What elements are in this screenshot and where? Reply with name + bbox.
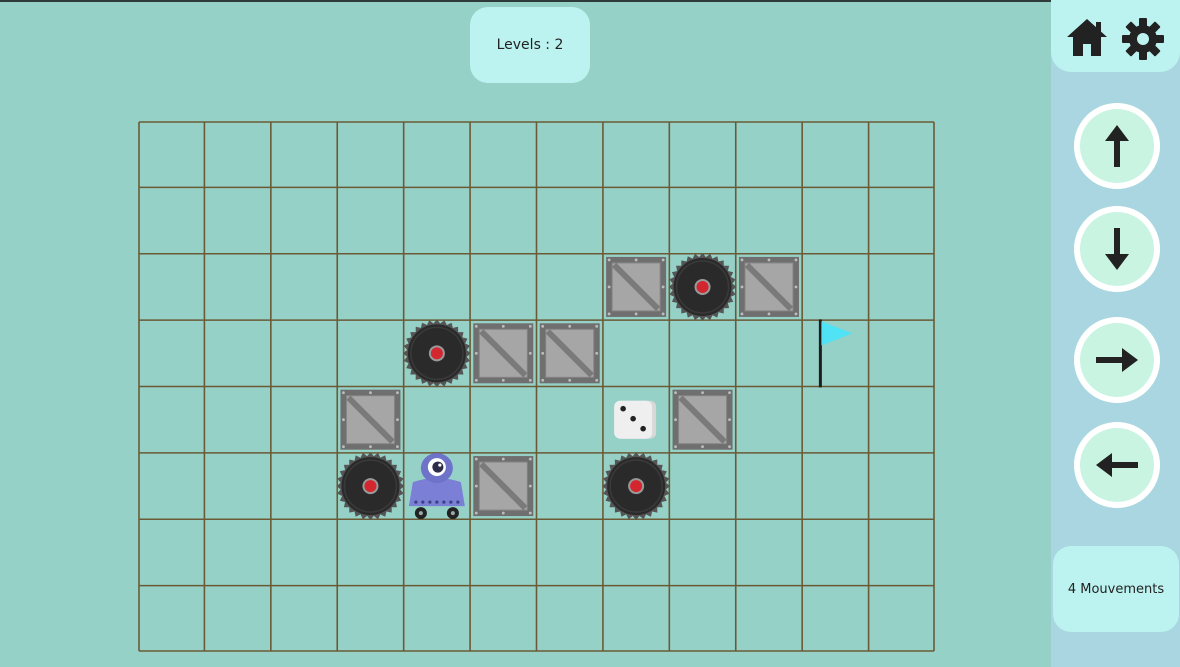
arrow-left-icon [1096,453,1138,477]
crate [340,389,401,450]
gear-icon[interactable] [1121,17,1165,61]
saw-blade [402,319,471,388]
left-arrow-button[interactable] [1074,422,1160,508]
arrow-down-icon [1105,228,1129,270]
arrow-up-icon [1105,125,1129,167]
crate [539,323,600,384]
level-indicator: Levels : 2 [470,7,590,83]
top-menu [1051,0,1180,72]
board-grid [138,121,935,652]
crate [473,456,534,517]
moves-label: 4 Mouvements [1067,581,1165,597]
crate [672,389,733,450]
up-arrow-button[interactable] [1074,103,1160,189]
crate [473,323,534,384]
right-arrow-button[interactable] [1074,317,1160,403]
game-board [138,121,935,652]
player-robot [408,453,465,520]
moves-counter: 4 Mouvements [1053,546,1179,632]
level-label: Levels : 2 [496,37,564,53]
crate [738,256,799,317]
goal-flag [818,319,853,388]
grid-lines [138,121,935,652]
saw-blade [668,252,737,321]
dice [614,400,657,439]
saw-blade [602,452,671,521]
arrow-right-icon [1096,348,1138,372]
home-icon[interactable] [1065,16,1109,58]
crate [606,256,667,317]
down-arrow-button[interactable] [1074,206,1160,292]
saw-blade [336,452,405,521]
